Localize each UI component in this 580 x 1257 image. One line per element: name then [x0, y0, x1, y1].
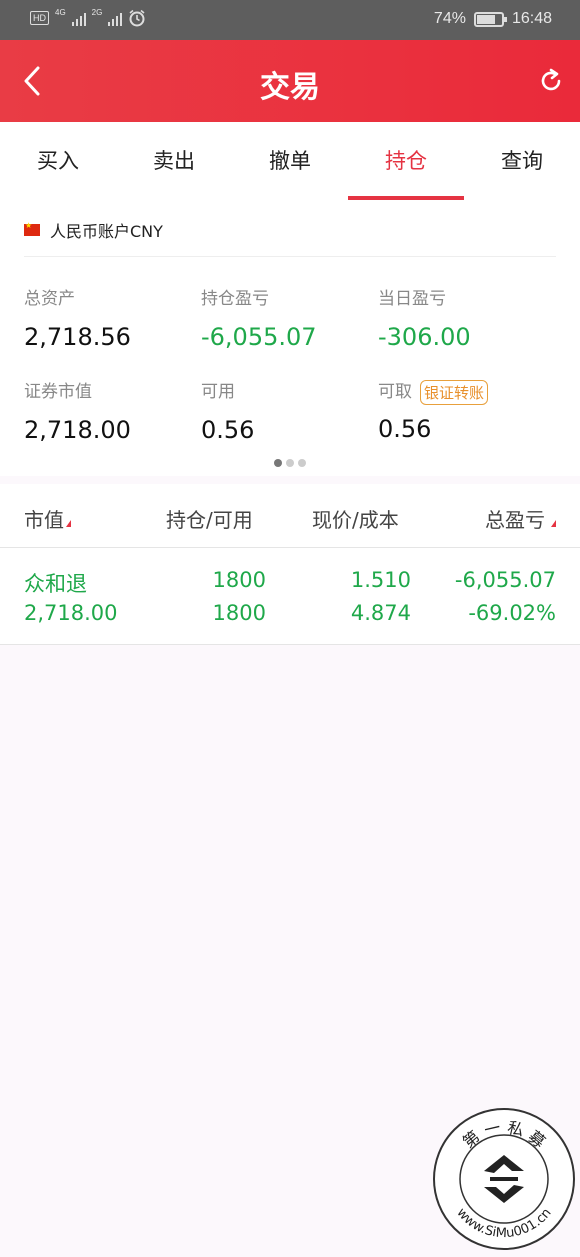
- clock: 16:48: [511, 10, 552, 27]
- table-header: 市值 持仓/可用 现价/成本 总盈亏: [0, 484, 580, 548]
- stock-total-pl: -6,055.07: [454, 568, 556, 592]
- page-dot: [298, 459, 306, 467]
- sort-indicator-icon: [551, 520, 556, 527]
- account-summary: 人民币账户CNY 总资产 2,718.56 持仓盈亏 -6,055.07 当日盈…: [0, 200, 580, 476]
- withdrawable-cell: 可取 银证转账 0.56: [378, 377, 489, 443]
- col-price-cost: 现价/成本: [312, 508, 399, 532]
- stock-price: 1.510: [350, 568, 411, 592]
- page-dot-active: [274, 459, 282, 467]
- battery-fill: [476, 14, 495, 24]
- daily-pl-label: 当日盈亏: [378, 289, 446, 309]
- stock-total-pl-pct: -69.02%: [468, 601, 556, 625]
- col-market-value[interactable]: 市值: [24, 504, 71, 533]
- bank-transfer-button[interactable]: 银证转账: [420, 379, 489, 405]
- daily-pl-value: -306.00: [378, 323, 471, 351]
- market-value-label: 证券市值: [24, 382, 92, 402]
- network-2g-label: 2G: [91, 8, 103, 17]
- tab-positions[interactable]: 持仓: [348, 122, 464, 200]
- hd-icon: HD: [30, 11, 49, 25]
- table-row[interactable]: 众和退 2,718.00 1800 1800 1.510 4.874 -6,05…: [0, 548, 580, 645]
- tab-query[interactable]: 查询: [464, 122, 580, 200]
- tab-cancel-order[interactable]: 撤单: [232, 122, 348, 200]
- page-title: 交易: [260, 70, 320, 105]
- market-value-value: 2,718.00: [24, 416, 131, 444]
- daily-pl-cell: 当日盈亏 -306.00: [378, 284, 471, 351]
- position-pl-cell: 持仓盈亏 -6,055.07: [201, 284, 317, 351]
- status-icons-left: HD 4G 2G: [30, 9, 146, 27]
- trade-tabs: 买入 卖出 撤单 持仓 查询: [0, 122, 580, 200]
- stock-name: 众和退: [24, 572, 87, 596]
- positions-table: 市值 持仓/可用 现价/成本 总盈亏 众和退 2,718.00 1800 180…: [0, 484, 580, 645]
- tab-buy[interactable]: 买入: [0, 122, 116, 200]
- china-flag-icon: [24, 221, 40, 236]
- col-total-pl-label: 总盈亏: [485, 508, 545, 532]
- market-value-cell: 证券市值 2,718.00: [24, 377, 131, 444]
- stock-position: 1800: [212, 568, 266, 592]
- network-4g-label: 4G: [55, 8, 66, 17]
- available-value: 0.56: [201, 416, 255, 444]
- withdrawable-label: 可取: [378, 382, 412, 402]
- col-total-pl[interactable]: 总盈亏: [485, 504, 556, 533]
- position-pl-value: -6,055.07: [201, 323, 317, 351]
- available-cell: 可用 0.56: [201, 377, 254, 444]
- status-bar: HD 4G 2G 74% 16:48: [0, 0, 580, 40]
- stock-available: 1800: [212, 601, 266, 625]
- divider: [24, 256, 556, 257]
- page-dot: [286, 459, 294, 467]
- watermark-logo: 第 一 私 募 www.SiMu001.cn: [433, 1108, 575, 1250]
- total-assets-cell: 总资产 2,718.56: [24, 284, 131, 351]
- total-assets-label: 总资产: [24, 289, 75, 309]
- col-market-value-label: 市值: [24, 508, 64, 532]
- battery-percent: 74%: [433, 10, 466, 27]
- col-position-available: 持仓/可用: [166, 508, 253, 532]
- account-selector[interactable]: 人民币账户CNY: [24, 218, 163, 242]
- sort-indicator-icon: [66, 520, 71, 527]
- page-indicator: [0, 459, 580, 467]
- stock-market-value: 2,718.00: [24, 601, 118, 625]
- tab-sell[interactable]: 卖出: [116, 122, 232, 200]
- signal-icon: [71, 10, 86, 26]
- app-header: 交易: [0, 40, 580, 122]
- status-icons-right: 74% 16:48: [434, 10, 552, 28]
- alarm-icon: [129, 9, 145, 27]
- total-assets-value: 2,718.56: [24, 323, 131, 351]
- withdrawable-row: 可取 银证转账: [378, 377, 489, 405]
- position-pl-label: 持仓盈亏: [201, 289, 269, 309]
- account-name: 人民币账户CNY: [50, 222, 163, 241]
- refresh-icon[interactable]: [536, 66, 566, 96]
- available-label: 可用: [201, 382, 235, 402]
- battery-icon: [473, 11, 507, 27]
- stock-cost: 4.874: [350, 601, 411, 625]
- signal-icon-2: [108, 10, 123, 26]
- withdrawable-value: 0.56: [378, 414, 432, 443]
